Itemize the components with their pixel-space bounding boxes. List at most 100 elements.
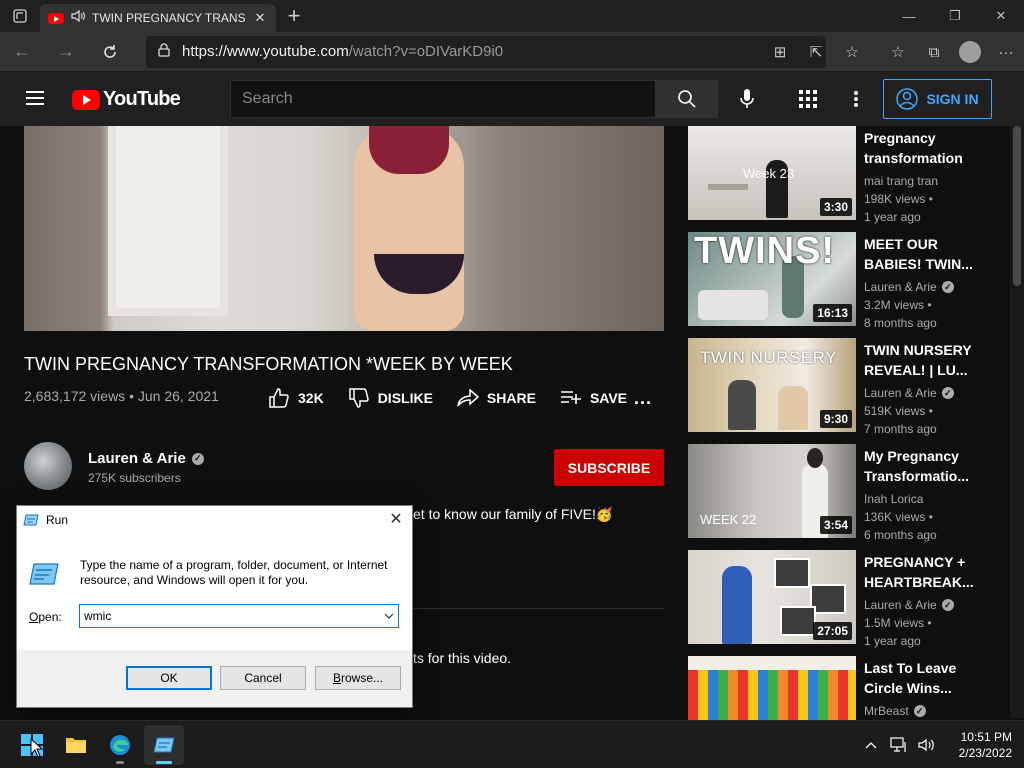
settings-button[interactable] bbox=[838, 81, 874, 117]
thumbnail-figure bbox=[728, 380, 756, 430]
recommended-age: 1 year ago bbox=[864, 634, 921, 648]
network-icon[interactable] bbox=[889, 735, 909, 755]
clock[interactable]: 10:51 PM 2/23/2022 bbox=[959, 729, 1012, 761]
channel-avatar[interactable] bbox=[24, 442, 72, 490]
youtube-play-logo-icon bbox=[72, 89, 100, 110]
video-thumbnail[interactable]: TWINS! 16:13 bbox=[688, 232, 856, 326]
chevron-up-icon[interactable] bbox=[861, 735, 881, 755]
browser-tab-active[interactable]: TWIN PREGNANCY TRANSF ✕ bbox=[40, 4, 276, 32]
file-explorer-button[interactable] bbox=[56, 725, 96, 765]
favorites-icon[interactable]: ☆ bbox=[880, 32, 916, 72]
refresh-button[interactable] bbox=[88, 32, 132, 72]
search-button[interactable] bbox=[656, 80, 718, 118]
cancel-button[interactable]: Cancel bbox=[220, 666, 306, 690]
recommended-video[interactable]: Last To Leave Circle Wins... MrBeast ✓ bbox=[688, 656, 1018, 720]
recommended-video[interactable]: WEEK 22 3:54 My Pregnancy Transformatio.… bbox=[688, 444, 1018, 542]
like-button[interactable]: 32K bbox=[268, 388, 324, 408]
video-frame-window bbox=[108, 126, 228, 316]
verified-icon: ✓ bbox=[913, 705, 926, 717]
minimize-button[interactable]: — bbox=[886, 0, 932, 32]
mouse-cursor-icon bbox=[30, 738, 44, 758]
channel-label: Lauren & Arie bbox=[864, 386, 937, 400]
menu-icon[interactable] bbox=[26, 91, 44, 105]
save-button[interactable]: SAVE bbox=[560, 390, 627, 406]
recommended-video[interactable]: TWINS! 16:13 MEET OUR BABIES! TWIN... La… bbox=[688, 232, 1018, 330]
address-bar[interactable]: https://www.youtube.com/watch?v=oDIVarKD… bbox=[146, 36, 826, 68]
youtube-logo[interactable]: YouTube bbox=[72, 88, 181, 111]
dislike-button[interactable]: DISLIKE bbox=[348, 388, 433, 408]
video-thumbnail[interactable]: 27:05 bbox=[688, 550, 856, 644]
run-titlebar[interactable]: Run bbox=[17, 506, 412, 534]
window-close-button[interactable]: ✕ bbox=[978, 0, 1024, 32]
run-close-button[interactable]: ✕ bbox=[386, 510, 406, 530]
lock-icon[interactable] bbox=[158, 42, 170, 62]
recommended-title[interactable]: MEET OUR BABIES! TWIN... bbox=[864, 234, 994, 274]
run-dialog: Run ✕ Type the name of a program, folder… bbox=[16, 505, 413, 708]
browse-label: rowse... bbox=[341, 671, 384, 685]
voice-search-button[interactable] bbox=[729, 81, 765, 117]
youtube-apps-button[interactable] bbox=[790, 81, 826, 117]
video-thumbnail[interactable]: TWIN NURSERY 9:30 bbox=[688, 338, 856, 432]
volume-icon[interactable] bbox=[917, 735, 937, 755]
recommended-video[interactable]: Week 23 3:30 Pregnancy transformation ma… bbox=[688, 126, 1018, 224]
save-label: SAVE bbox=[589, 390, 628, 406]
page-scrollbar[interactable] bbox=[1010, 126, 1024, 718]
more-actions-button[interactable]: ... bbox=[634, 388, 652, 409]
account-circle-icon bbox=[896, 88, 919, 110]
recommended-title[interactable]: Pregnancy transformation bbox=[864, 128, 994, 168]
description-text: et to know our family of FIVE!🥳 bbox=[413, 506, 614, 522]
browse-button[interactable]: Browse... bbox=[315, 666, 401, 690]
speaker-icon[interactable] bbox=[70, 9, 86, 28]
youtube-favicon-icon bbox=[48, 12, 64, 24]
recommended-title[interactable]: PREGNANCY + HEARTBREAK... bbox=[864, 552, 994, 592]
run-taskbar-button[interactable] bbox=[144, 725, 184, 765]
collections-icon[interactable]: ⧉ bbox=[916, 32, 952, 72]
chevron-down-icon[interactable] bbox=[380, 611, 398, 622]
channel-label: Lauren & Arie bbox=[864, 280, 937, 294]
run-open-input[interactable] bbox=[80, 605, 380, 627]
recommended-video[interactable]: 27:05 PREGNANCY + HEARTBREAK... Lauren &… bbox=[688, 550, 1018, 648]
apps-available-icon[interactable]: ⊞ bbox=[762, 32, 798, 72]
recommended-age: 7 months ago bbox=[864, 422, 937, 436]
restore-button[interactable]: ❐ bbox=[932, 0, 978, 32]
recommended-title[interactable]: TWIN NURSERY REVEAL! | LU... bbox=[864, 340, 994, 380]
video-thumbnail[interactable] bbox=[688, 656, 856, 720]
video-duration: 9:30 bbox=[819, 410, 852, 428]
channel-name-text: Lauren & Arie bbox=[88, 450, 186, 467]
recommended-title[interactable]: My Pregnancy Transformatio... bbox=[864, 446, 994, 486]
recommended-title[interactable]: Last To Leave Circle Wins... bbox=[864, 658, 994, 698]
tab-close-icon[interactable]: ✕ bbox=[252, 10, 268, 26]
video-player[interactable] bbox=[24, 126, 664, 331]
sign-in-button[interactable]: SIGN IN bbox=[883, 79, 992, 119]
ok-button[interactable]: OK bbox=[126, 666, 212, 690]
share-icon bbox=[457, 389, 479, 407]
edge-browser-button[interactable] bbox=[100, 725, 140, 765]
share-button[interactable]: SHARE bbox=[457, 389, 536, 407]
running-indicator bbox=[116, 761, 124, 764]
settings-more-icon[interactable]: ··· bbox=[988, 32, 1024, 72]
add-favorite-icon[interactable]: ☆ bbox=[834, 32, 870, 72]
open-in-app-icon[interactable]: ⇱ bbox=[798, 32, 834, 72]
channel-name[interactable]: Lauren & Arie ✓ bbox=[88, 450, 204, 467]
recommended-meta: mai trang tran 198K views • 1 year ago bbox=[864, 172, 1004, 226]
video-thumbnail[interactable]: WEEK 22 3:54 bbox=[688, 444, 856, 538]
video-views-date: 2,683,172 views • Jun 26, 2021 bbox=[24, 388, 219, 404]
recommended-views: 198K views • bbox=[864, 192, 933, 206]
run-open-combobox[interactable] bbox=[79, 604, 399, 628]
tab-actions-icon[interactable] bbox=[0, 0, 40, 32]
recommended-age: 6 months ago bbox=[864, 528, 937, 542]
recommended-channel: MrBeast ✓ bbox=[864, 702, 1004, 720]
profile-avatar[interactable] bbox=[959, 41, 981, 63]
new-tab-button[interactable]: + bbox=[276, 3, 312, 29]
back-button[interactable]: ← bbox=[0, 32, 44, 72]
recommended-video[interactable]: TWIN NURSERY 9:30 TWIN NURSERY REVEAL! |… bbox=[688, 338, 1018, 436]
active-indicator bbox=[156, 761, 172, 764]
recommended-meta: Inah Lorica 136K views • 6 months ago bbox=[864, 490, 1004, 544]
subscribe-button[interactable]: SUBSCRIBE bbox=[554, 449, 664, 486]
more-vertical-icon bbox=[854, 91, 858, 107]
scrollbar-thumb[interactable] bbox=[1013, 126, 1021, 286]
search-input[interactable] bbox=[230, 80, 656, 118]
video-actions: 32K DISLIKE SHARE SAVE bbox=[268, 388, 627, 408]
forward-button[interactable]: → bbox=[44, 32, 88, 72]
video-thumbnail[interactable]: Week 23 3:30 bbox=[688, 126, 856, 220]
